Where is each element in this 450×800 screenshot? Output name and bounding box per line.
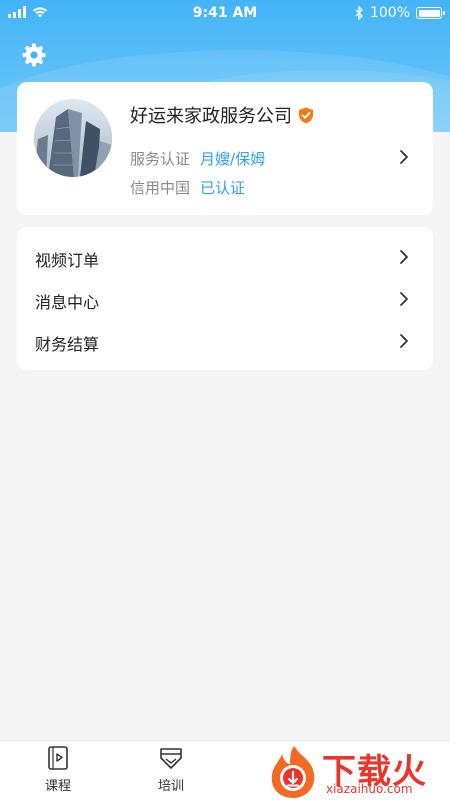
- service-certification-row: 服务认证 月嫂/保姆: [130, 148, 265, 169]
- chevron-right-icon: [400, 250, 408, 264]
- menu-item-label: 消息中心: [35, 293, 100, 312]
- verified-icon: [299, 107, 313, 123]
- credit-value: 已认证: [200, 179, 246, 197]
- watermark-logo: 下载火 xiazaihuo.com: [262, 742, 450, 800]
- service-value: 月嫂/保姆: [200, 150, 266, 168]
- status-bar: 9:41 AM 100%: [0, 0, 450, 28]
- company-name: 好运来家政服务公司: [130, 106, 292, 127]
- battery-icon: [416, 7, 445, 19]
- menu-item-message-center[interactable]: 消息中心: [17, 278, 433, 320]
- service-label: 服务认证: [130, 150, 191, 168]
- training-icon: [160, 748, 182, 769]
- credit-label: 信用中国: [130, 179, 191, 197]
- chevron-right-icon[interactable]: [399, 149, 409, 165]
- flame-logo-icon: [271, 746, 315, 798]
- course-icon: [48, 746, 68, 770]
- menu-card: 视频订单 消息中心 财务结算: [17, 227, 433, 370]
- tab-training[interactable]: 培训: [141, 745, 201, 799]
- tab-label: 课程: [44, 779, 71, 794]
- menu-item-label: 财务结算: [35, 335, 100, 354]
- battery-percent: 100%: [369, 5, 410, 21]
- tab-label: 培训: [157, 779, 184, 794]
- menu-item-financial-settlement[interactable]: 财务结算: [17, 320, 433, 362]
- menu-item-video-orders[interactable]: 视频订单: [17, 236, 433, 278]
- chevron-right-icon: [400, 334, 408, 348]
- avatar: [34, 99, 112, 177]
- bluetooth-icon: [355, 6, 363, 20]
- credit-china-row: 信用中国 已认证: [130, 177, 245, 198]
- tab-course[interactable]: 课程: [28, 745, 88, 799]
- menu-item-label: 视频订单: [35, 251, 100, 270]
- chevron-right-icon: [400, 292, 408, 306]
- gear-icon[interactable]: [21, 42, 47, 68]
- profile-card[interactable]: 好运来家政服务公司 服务认证 月嫂/保姆 信用中国 已认证: [17, 82, 433, 215]
- watermark-url: xiazaihuo.com: [326, 782, 413, 796]
